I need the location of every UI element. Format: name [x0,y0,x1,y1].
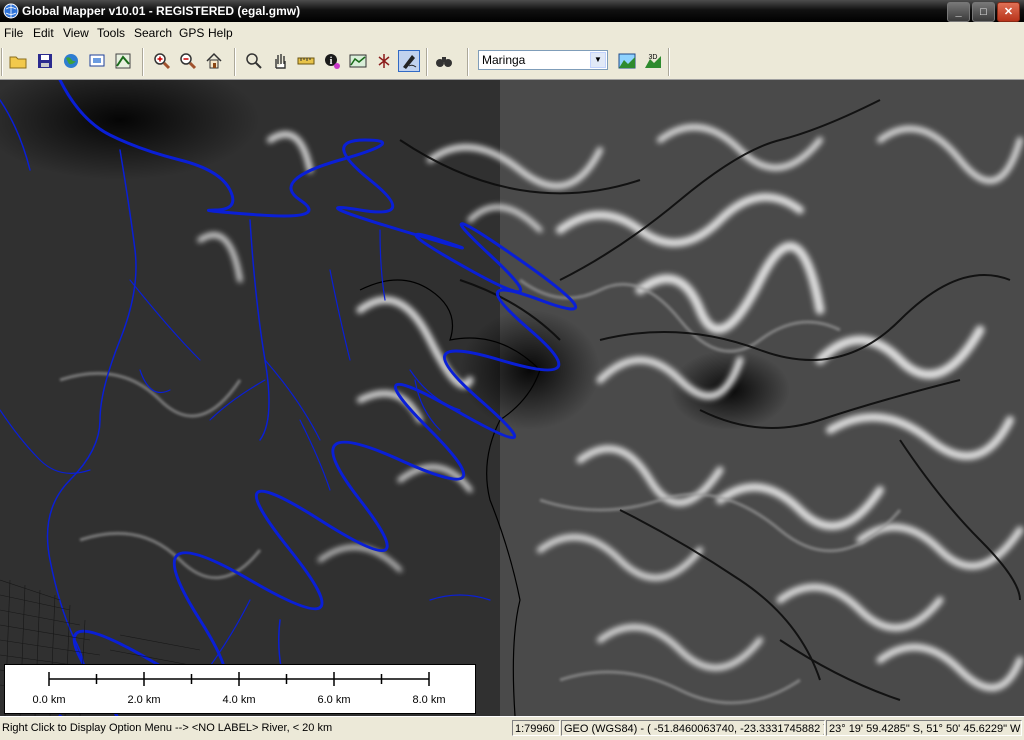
terrain-2d-icon[interactable] [616,50,638,72]
feature-info-icon[interactable]: i [321,50,343,72]
menu-bar: File Edit View Tools Search GPS Help [0,22,1024,45]
scale-label: 8.0 km [412,694,446,706]
scale-label: 6.0 km [317,694,351,706]
scale-label: 2.0 km [127,694,161,706]
path-profile-icon[interactable] [347,50,369,72]
status-message: Right Click to Display Option Menu --> <… [2,722,333,734]
chevron-down-icon[interactable]: ▼ [590,52,606,68]
digitizer-icon[interactable] [86,50,108,72]
place-select[interactable]: Maringa ▼ [478,50,608,70]
window-title: Global Mapper v10.01 - REGISTERED (egal.… [22,4,301,18]
home-icon[interactable] [203,50,225,72]
app-globe-icon [3,3,19,19]
status-coords: GEO (WGS84) - ( -51.8460063740, -23.3331… [561,720,825,736]
save-icon[interactable] [34,50,56,72]
open-folder-icon[interactable] [7,50,29,72]
scale-label: 0.0 km [32,694,66,706]
menu-edit[interactable]: Edit [33,26,54,40]
menu-view[interactable]: View [63,26,89,40]
menu-file[interactable]: File [4,26,23,40]
menu-search[interactable]: Search [134,26,172,40]
overlay-control-icon[interactable] [112,50,134,72]
status-bar: Right Click to Display Option Menu --> <… [0,716,1024,740]
map-view[interactable] [0,80,1024,716]
terrain-3d-icon[interactable]: 3D [642,50,664,72]
digitizer-pen-icon[interactable] [398,50,420,72]
hillshade-map[interactable] [0,80,1024,716]
menu-help[interactable]: Help [208,26,233,40]
globe-icon[interactable] [60,50,82,72]
scale-bar-graphic [48,672,430,686]
scale-bar: 0.0 km 2.0 km 4.0 km 6.0 km 8.0 km [4,664,476,714]
svg-text:i: i [330,56,333,67]
zoom-tool-icon[interactable] [243,50,265,72]
measure-ruler-icon[interactable] [295,50,317,72]
title-bar: Global Mapper v10.01 - REGISTERED (egal.… [0,0,1024,22]
minimize-button[interactable]: _ [947,2,970,22]
zoom-out-icon[interactable] [177,50,199,72]
close-button[interactable]: ✕ [997,2,1020,22]
zoom-in-icon[interactable] [151,50,173,72]
pan-hand-icon[interactable] [269,50,291,72]
scale-label: 4.0 km [222,694,256,706]
maximize-button[interactable]: □ [972,2,995,22]
terrain-3d-text: 3D [649,54,658,61]
status-dms: 23° 19' 59.4285" S, 51° 50' 45.6229" W [826,720,1022,736]
status-scale: 1:79960 [512,720,560,736]
menu-gps[interactable]: GPS [179,26,204,40]
menu-tools[interactable]: Tools [97,26,125,40]
view-shed-icon[interactable] [373,50,395,72]
place-select-value: Maringa [482,53,526,67]
binoculars-icon[interactable] [433,50,455,72]
